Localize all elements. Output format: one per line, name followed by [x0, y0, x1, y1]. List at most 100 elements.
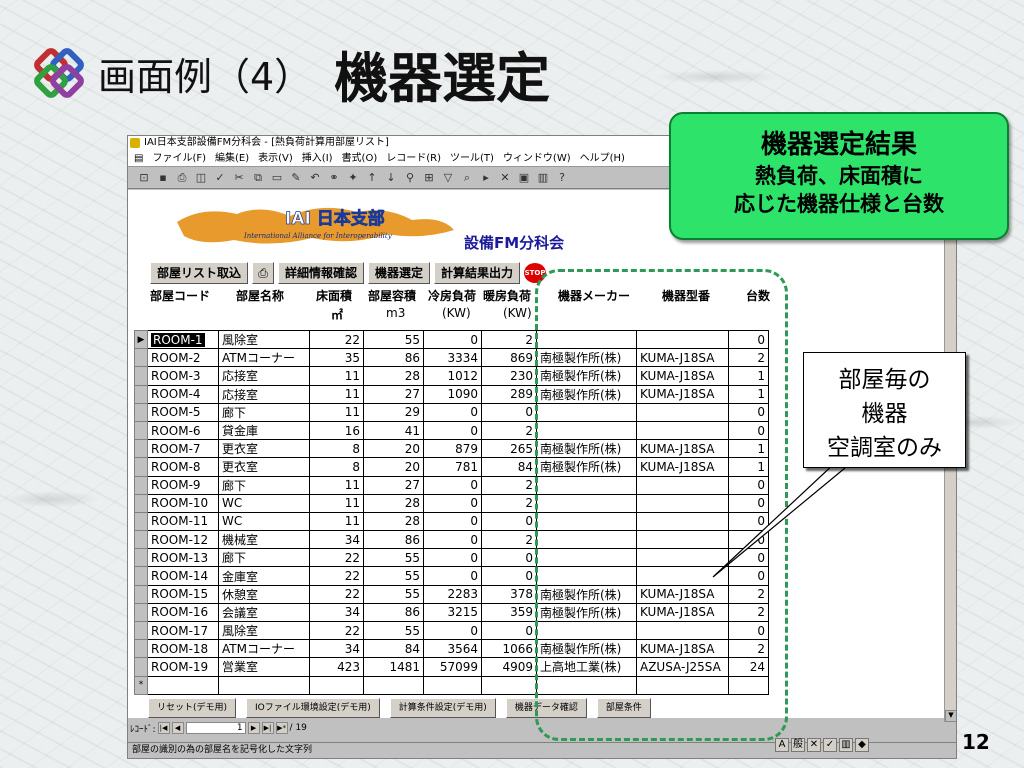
cell-maker[interactable]	[536, 511, 637, 532]
cell-volume[interactable]: 55	[363, 548, 424, 568]
cell-model[interactable]	[636, 620, 729, 641]
cell-area[interactable]: 16	[309, 420, 364, 441]
import-room-list-button[interactable]: 部屋リスト取込	[150, 262, 249, 284]
cell-volume[interactable]: 55	[363, 620, 424, 641]
cell-maker[interactable]: 南極製作所(株)	[536, 602, 637, 623]
spell-icon[interactable]: ✓	[212, 170, 228, 186]
cell-name[interactable]: 風除室	[218, 329, 310, 350]
room-conditions-button[interactable]: 部屋条件	[596, 698, 651, 718]
cell-count[interactable]: 2	[728, 639, 769, 659]
cell-count[interactable]: 1	[728, 439, 769, 459]
cell-model[interactable]: KUMA-J18SA	[636, 602, 729, 623]
row-selector[interactable]	[134, 511, 148, 532]
cell-count[interactable]: 0	[728, 566, 769, 586]
menu-insert[interactable]: 挿入(I)	[302, 150, 333, 166]
table-row[interactable]: ROOM-4 応接室 11 27 1090 289 南極製作所(株) KUMA-J18SA 1	[134, 384, 769, 404]
table-row[interactable]: ROOM-6 貸金庫 16 41 0 2 0	[134, 420, 769, 441]
row-selector[interactable]	[134, 530, 148, 550]
cell-count[interactable]: 0	[728, 329, 769, 350]
cell-code[interactable]: ROOM-16	[147, 602, 219, 623]
new-cell[interactable]	[363, 675, 424, 695]
cell-area[interactable]: 22	[309, 620, 364, 641]
cell-count[interactable]: 0	[728, 420, 769, 441]
cell-model[interactable]	[636, 530, 729, 550]
new-record-row[interactable]: *	[134, 675, 769, 695]
cell-model[interactable]: KUMA-J18SA	[636, 439, 729, 459]
row-selector[interactable]	[134, 402, 148, 422]
cell-volume[interactable]: 55	[363, 329, 424, 350]
stop-button[interactable]: STOP	[524, 263, 547, 283]
cell-area[interactable]: 22	[309, 329, 364, 350]
cell-code[interactable]: ROOM-11	[147, 511, 219, 532]
new-object-icon[interactable]: ▥	[535, 170, 551, 186]
cell-code[interactable]: ROOM-17	[147, 620, 219, 641]
prev-record-icon[interactable]: ◀	[171, 722, 184, 734]
ime-check-icon[interactable]: ✓	[823, 738, 837, 752]
cell-cool[interactable]: 781	[423, 457, 482, 477]
cell-maker[interactable]	[536, 402, 637, 422]
menu-file[interactable]: ファイル(F)	[152, 150, 206, 166]
filter-form-icon[interactable]: ⊞	[421, 170, 437, 186]
cell-heat[interactable]: 1066	[481, 639, 537, 659]
cell-model[interactable]: KUMA-J18SA	[636, 348, 729, 368]
cell-heat[interactable]: 2	[481, 493, 537, 513]
equipment-data-button[interactable]: 機器データ確認	[505, 698, 587, 718]
row-selector[interactable]	[134, 439, 148, 459]
cell-name[interactable]: 機械室	[218, 530, 310, 550]
table-row[interactable]: ROOM-3 応接室 11 28 1012 230 南極製作所(株) KUMA-J18SA 1	[134, 366, 769, 386]
table-row[interactable]: ROOM-12 機械室 34 86 0 2 0	[134, 530, 769, 550]
cell-heat[interactable]: 289	[481, 384, 537, 404]
apply-filter-icon[interactable]: ▽	[440, 170, 456, 186]
new-cell[interactable]	[728, 675, 769, 695]
cell-heat[interactable]: 378	[481, 584, 537, 604]
undo-icon[interactable]: ↶	[307, 170, 323, 186]
cell-cool[interactable]: 0	[423, 493, 482, 513]
cell-count[interactable]: 0	[728, 493, 769, 513]
new-cell[interactable]	[636, 675, 729, 695]
cell-maker[interactable]	[536, 620, 637, 641]
cell-code[interactable]: ROOM-9	[147, 475, 219, 495]
cell-code[interactable]: ROOM-6	[147, 420, 219, 441]
cell-code[interactable]: ROOM-10	[147, 493, 219, 513]
cell-model[interactable]	[636, 329, 729, 350]
table-row[interactable]: ROOM-9 廊下 11 27 0 2 0	[134, 475, 769, 495]
row-selector[interactable]	[134, 602, 148, 623]
sort-asc-icon[interactable]: ↑	[364, 170, 380, 186]
row-selector[interactable]: ▶	[134, 329, 148, 350]
cell-code[interactable]: ROOM-8	[147, 457, 219, 477]
cell-model[interactable]: KUMA-J18SA	[636, 384, 729, 404]
cell-maker[interactable]: 南極製作所(株)	[536, 584, 637, 604]
table-row[interactable]: ROOM-19 営業室 423 1481 57099 4909 上高地工業(株) AZUSA-…	[134, 657, 769, 677]
ime-kanji-icon[interactable]: 般	[791, 738, 805, 752]
cell-name[interactable]: WC	[218, 511, 310, 532]
cell-model[interactable]	[636, 493, 729, 513]
table-row[interactable]: ROOM-16 会議室 34 86 3215 359 南極製作所(株) KUMA-J18SA 2	[134, 602, 769, 623]
cell-model[interactable]	[636, 566, 729, 586]
new-record-nav-icon[interactable]: ▶*	[275, 722, 288, 734]
cell-code[interactable]: ROOM-5	[147, 402, 219, 422]
cell-heat[interactable]: 0	[481, 620, 537, 641]
scroll-down-icon[interactable]: ▼	[945, 710, 956, 722]
cell-name[interactable]: 更衣室	[218, 439, 310, 459]
cell-name[interactable]: 廊下	[218, 475, 310, 495]
cell-maker[interactable]	[536, 420, 637, 441]
cell-maker[interactable]: 上高地工業(株)	[536, 657, 637, 677]
delete-record-icon[interactable]: ✕	[497, 170, 513, 186]
cell-model[interactable]	[636, 511, 729, 532]
cell-cool[interactable]: 0	[423, 530, 482, 550]
cell-cool[interactable]: 1012	[423, 366, 482, 386]
row-selector[interactable]	[134, 657, 148, 677]
cell-cool[interactable]: 1090	[423, 384, 482, 404]
cell-volume[interactable]: 28	[363, 366, 424, 386]
cell-cool[interactable]: 0	[423, 620, 482, 641]
find-icon[interactable]: ⌕	[459, 170, 475, 186]
cell-code[interactable]: ROOM-3	[147, 366, 219, 386]
cell-count[interactable]: 1	[728, 457, 769, 477]
cell-maker[interactable]: 南極製作所(株)	[536, 366, 637, 386]
cell-heat[interactable]: 84	[481, 457, 537, 477]
cell-maker[interactable]: 南極製作所(株)	[536, 439, 637, 459]
cell-code[interactable]: ROOM-4	[147, 384, 219, 404]
row-selector[interactable]	[134, 475, 148, 495]
table-row[interactable]: ROOM-2 ATMコーナー 35 86 3334 869 南極製作所(株) KUMA-J18…	[134, 348, 769, 368]
cell-maker[interactable]	[536, 566, 637, 586]
